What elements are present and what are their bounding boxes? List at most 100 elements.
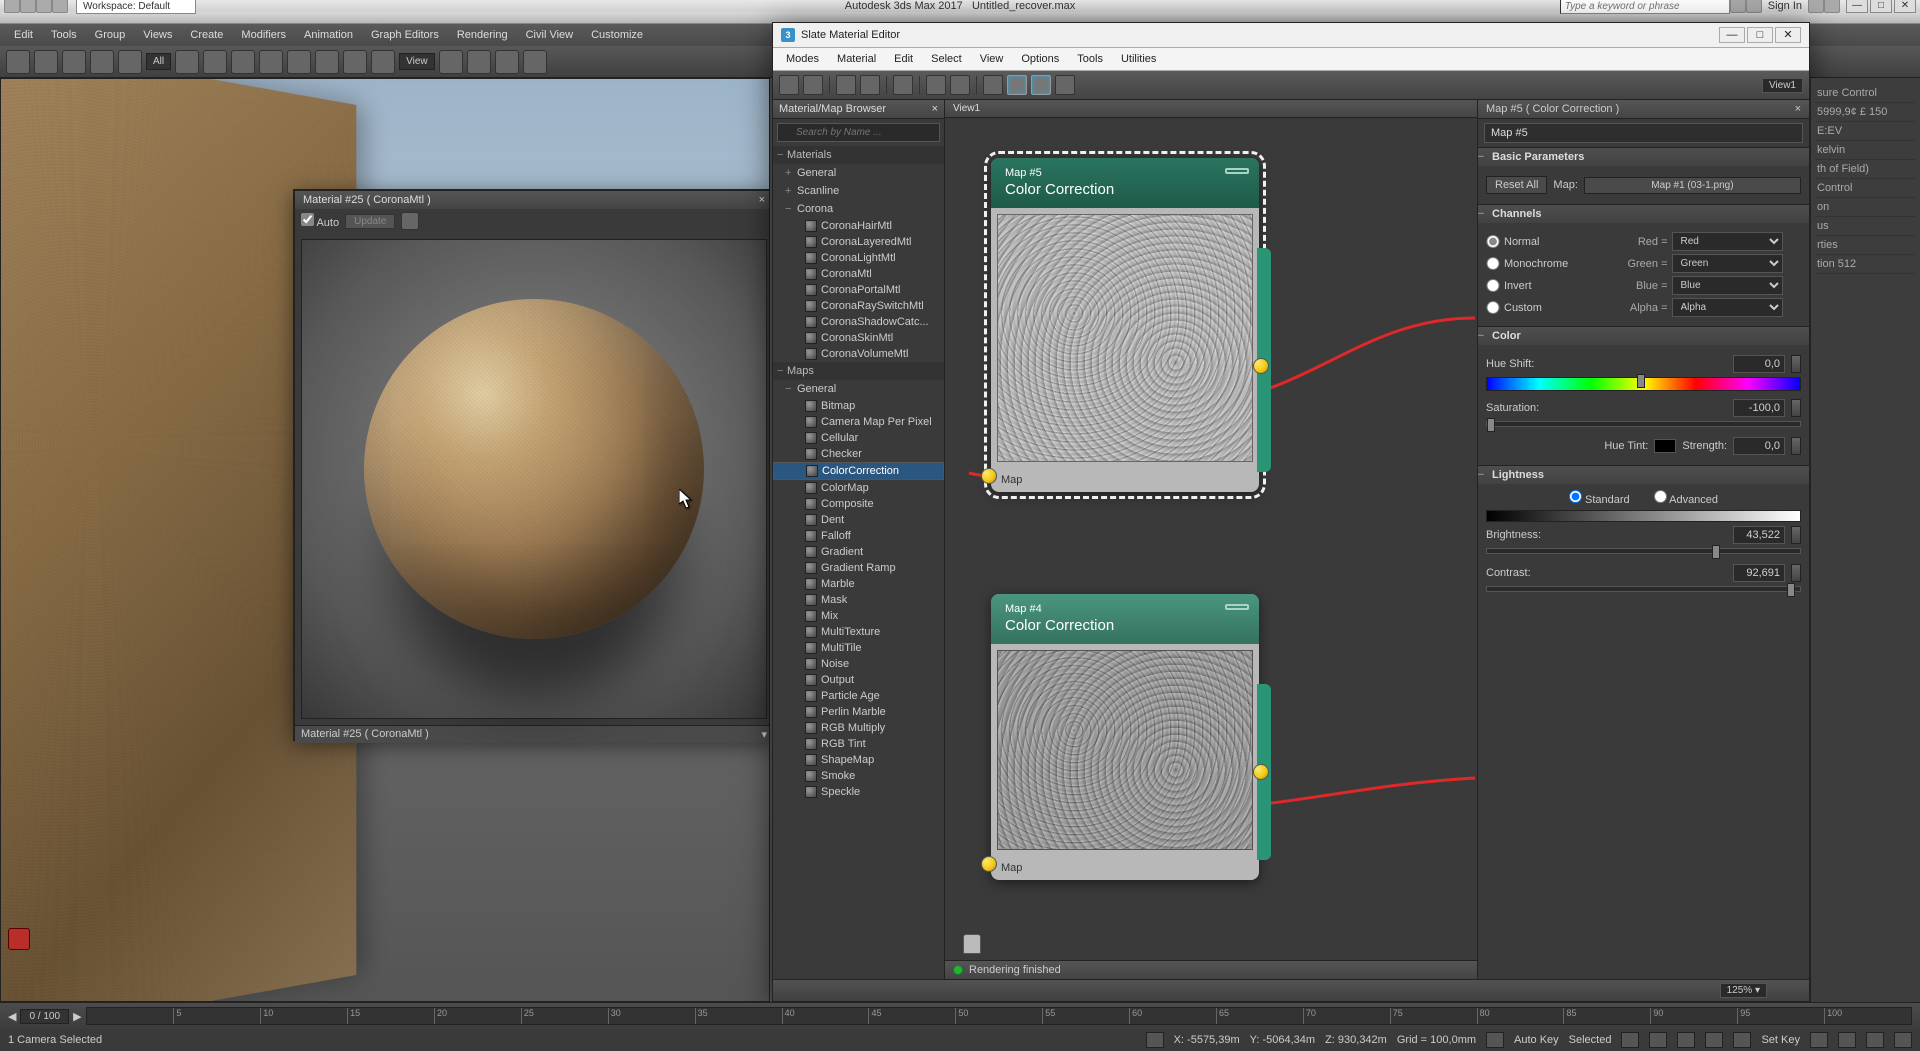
app-icon[interactable]: [4, 0, 20, 13]
tree-item[interactable]: CoronaPortalMtl: [773, 282, 944, 298]
workspace-dropdown[interactable]: Workspace: Default: [76, 0, 196, 14]
subscription-icon[interactable]: [1730, 0, 1746, 13]
green-channel-select[interactable]: Green: [1672, 254, 1784, 273]
tree-item[interactable]: Mix: [773, 608, 944, 624]
timeline-next-icon[interactable]: ▶: [73, 1010, 81, 1023]
hue-shift-input[interactable]: [1733, 355, 1785, 373]
timeline[interactable]: ◀ 0 / 100 ▶ 5101520253035404550556065707…: [0, 1003, 1920, 1029]
rollout-lightness[interactable]: Lightness: [1478, 466, 1809, 484]
key-filter[interactable]: Selected: [1569, 1034, 1612, 1046]
play-icon[interactable]: [1677, 1032, 1695, 1048]
link-button[interactable]: [62, 50, 86, 74]
tree-group[interactable]: General: [773, 380, 944, 398]
update-button[interactable]: Update: [345, 214, 395, 229]
slate-maximize[interactable]: □: [1747, 27, 1773, 43]
grid-toggle-button[interactable]: [1007, 75, 1027, 95]
contrast-input[interactable]: [1733, 564, 1785, 582]
tree-item[interactable]: Dent: [773, 512, 944, 528]
rollout-basic[interactable]: Basic Parameters: [1478, 148, 1809, 166]
window-minimize[interactable]: —: [1846, 0, 1868, 13]
tree-item[interactable]: CoronaRaySwitchMtl: [773, 298, 944, 314]
hue-tint-swatch[interactable]: [1654, 439, 1676, 453]
unlink-button[interactable]: [90, 50, 114, 74]
slate-menu-edit[interactable]: Edit: [887, 51, 920, 67]
tree-item[interactable]: CoronaShadowCatc...: [773, 314, 944, 330]
tree-item[interactable]: Particle Age: [773, 688, 944, 704]
mode-invert-radio[interactable]: [1486, 279, 1500, 292]
saturation-input[interactable]: [1733, 399, 1785, 417]
tree-item[interactable]: Gradient Ramp: [773, 560, 944, 576]
strength-input[interactable]: [1733, 437, 1785, 455]
delete-button[interactable]: [860, 75, 880, 95]
tree-item[interactable]: Smoke: [773, 768, 944, 784]
tree-item[interactable]: RGB Multiply: [773, 720, 944, 736]
menu-tools[interactable]: Tools: [43, 27, 85, 43]
eyedropper-icon[interactable]: [803, 75, 823, 95]
node4-output-socket[interactable]: [1253, 764, 1269, 780]
node4-input-socket[interactable]: [981, 856, 997, 872]
tree-group[interactable]: Corona: [773, 200, 944, 218]
mode-custom-radio[interactable]: [1486, 301, 1500, 314]
goto-end-icon[interactable]: [1733, 1032, 1751, 1048]
node4-minimize-icon[interactable]: [1225, 604, 1249, 610]
hue-spinner[interactable]: [1791, 355, 1801, 373]
tree-item[interactable]: Noise: [773, 656, 944, 672]
bri-spinner[interactable]: [1791, 526, 1801, 544]
tree-item[interactable]: CoronaSkinMtl: [773, 330, 944, 346]
help-icon[interactable]: [1824, 0, 1840, 13]
menu-group[interactable]: Group: [87, 27, 134, 43]
lock-selection-icon[interactable]: [1146, 1032, 1164, 1048]
menu-graph-editors[interactable]: Graph Editors: [363, 27, 447, 43]
tree-category[interactable]: Materials: [773, 146, 944, 164]
use-center-button[interactable]: [439, 50, 463, 74]
slate-minimize[interactable]: —: [1719, 27, 1745, 43]
slate-menu-modes[interactable]: Modes: [779, 51, 826, 67]
window-crossing-button[interactable]: [259, 50, 283, 74]
prev-frame-icon[interactable]: [1649, 1032, 1667, 1048]
assign-material-button[interactable]: [836, 75, 856, 95]
lightness-standard-radio[interactable]: Standard: [1569, 490, 1630, 506]
viewport-nav3-icon[interactable]: [1866, 1032, 1884, 1048]
pick-button[interactable]: [779, 75, 799, 95]
qat-redo-icon[interactable]: [52, 0, 68, 13]
tree-item[interactable]: Perlin Marble: [773, 704, 944, 720]
window-maximize[interactable]: □: [1870, 0, 1892, 13]
show-end-result-button[interactable]: [950, 75, 970, 95]
undo-button[interactable]: [6, 50, 30, 74]
mat-preview-close-icon[interactable]: ×: [759, 194, 765, 206]
viewport-nav2-icon[interactable]: [1838, 1032, 1856, 1048]
node-map5[interactable]: Map #5 Color Correction Map: [991, 158, 1259, 492]
node-graph-canvas[interactable]: Map #5 Color Correction Map Map #4: [945, 118, 1477, 960]
tree-group[interactable]: Scanline: [773, 182, 944, 200]
saturation-slider[interactable]: [1486, 421, 1801, 427]
tree-category[interactable]: Maps: [773, 362, 944, 380]
rotate-button[interactable]: [315, 50, 339, 74]
scale-button[interactable]: [343, 50, 367, 74]
sat-spinner[interactable]: [1791, 399, 1801, 417]
help-search-input[interactable]: [1560, 0, 1730, 14]
slate-menu-select[interactable]: Select: [924, 51, 969, 67]
mat-preview-title[interactable]: Material #25 ( CoronaMtl ) ×: [295, 191, 770, 209]
select-manipulate-button[interactable]: [467, 50, 491, 74]
tree-item[interactable]: Marble: [773, 576, 944, 592]
star-icon[interactable]: [1746, 0, 1762, 13]
tree-item[interactable]: Gradient: [773, 544, 944, 560]
slate-titlebar[interactable]: 3 Slate Material Editor — □ ✕: [773, 23, 1809, 48]
menu-customize[interactable]: Customize: [583, 27, 651, 43]
move-button[interactable]: [287, 50, 311, 74]
tree-item[interactable]: Cellular: [773, 430, 944, 446]
tree-item[interactable]: CoronaVolumeMtl: [773, 346, 944, 362]
slate-menu-tools[interactable]: Tools: [1070, 51, 1110, 67]
goto-start-icon[interactable]: [1621, 1032, 1639, 1048]
tree-item[interactable]: ShapeMap: [773, 752, 944, 768]
isolate-icon[interactable]: [1486, 1032, 1504, 1048]
browser-tree[interactable]: MaterialsGeneralScanlineCoronaCoronaHair…: [773, 146, 944, 979]
red-channel-select[interactable]: Red: [1672, 232, 1784, 251]
tree-item[interactable]: Camera Map Per Pixel: [773, 414, 944, 430]
autokey-button[interactable]: Auto Key: [1514, 1034, 1559, 1046]
con-spinner[interactable]: [1791, 564, 1801, 582]
contrast-slider[interactable]: [1486, 586, 1801, 592]
viewport-nav4-icon[interactable]: [1894, 1032, 1912, 1048]
selection-filter[interactable]: All: [146, 53, 171, 70]
rollout-color[interactable]: Color: [1478, 327, 1809, 345]
